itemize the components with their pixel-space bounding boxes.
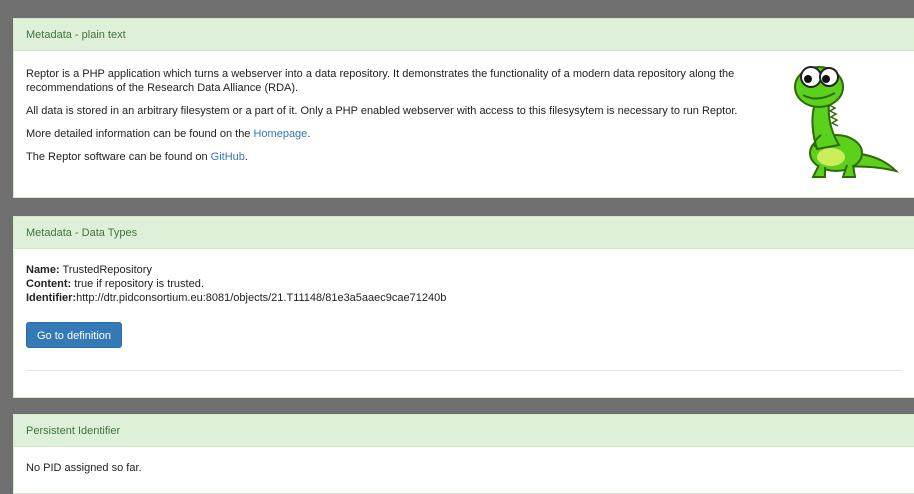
homepage-text: More detailed information can be found o… <box>26 128 254 140</box>
identifier-value: http://dtr.pidconsortium.eu:8081/objects… <box>76 292 447 304</box>
homepage-paragraph: More detailed information can be found o… <box>26 127 902 141</box>
homepage-link[interactable]: Homepage <box>253 128 307 140</box>
panel-divider <box>26 370 902 371</box>
content-label: Content: <box>26 278 72 290</box>
identifier-line: Identifier:http://dtr.pidconsortium.eu:8… <box>26 291 902 305</box>
panel-heading-persistent-identifier: Persistent Identifier <box>14 415 914 447</box>
go-to-definition-button[interactable]: Go to definition <box>26 322 122 348</box>
content-value: true if repository is trusted. <box>71 278 204 290</box>
name-value: TrustedRepository <box>59 264 152 276</box>
data-types-panel: Metadata - Data Types Name: TrustedRepos… <box>13 216 914 398</box>
github-paragraph: The Reptor software can be found on GitH… <box>26 150 902 164</box>
storage-paragraph: All data is stored in an arbitrary files… <box>26 105 738 117</box>
plain-text-body: Reptor is a PHP application which turns … <box>14 51 914 178</box>
identifier-label: Identifier: <box>26 292 77 304</box>
github-text: The Reptor software can be found on <box>26 151 211 163</box>
github-link[interactable]: GitHub <box>211 151 245 163</box>
homepage-suffix: . <box>307 128 311 140</box>
persistent-identifier-body: No PID assigned so far. <box>14 447 914 485</box>
pid-status-text: No PID assigned so far. <box>26 462 142 474</box>
github-suffix: . <box>244 151 248 163</box>
panel-heading-plain-text: Metadata - plain text <box>14 19 914 51</box>
description-paragraph: Reptor is a PHP application which turns … <box>26 68 735 94</box>
persistent-identifier-panel: Persistent Identifier No PID assigned so… <box>13 414 914 494</box>
data-types-body: Name: TrustedRepository Content: true if… <box>14 249 914 385</box>
content-line: Content: true if repository is trusted. <box>26 277 902 291</box>
mascot-dinosaur-icon <box>794 66 899 178</box>
name-label: Name: <box>26 264 60 276</box>
panel-heading-data-types: Metadata - Data Types <box>14 217 914 249</box>
plain-text-panel: Metadata - plain text Reptor is a PHP ap… <box>13 18 914 198</box>
name-line: Name: TrustedRepository <box>26 263 902 277</box>
